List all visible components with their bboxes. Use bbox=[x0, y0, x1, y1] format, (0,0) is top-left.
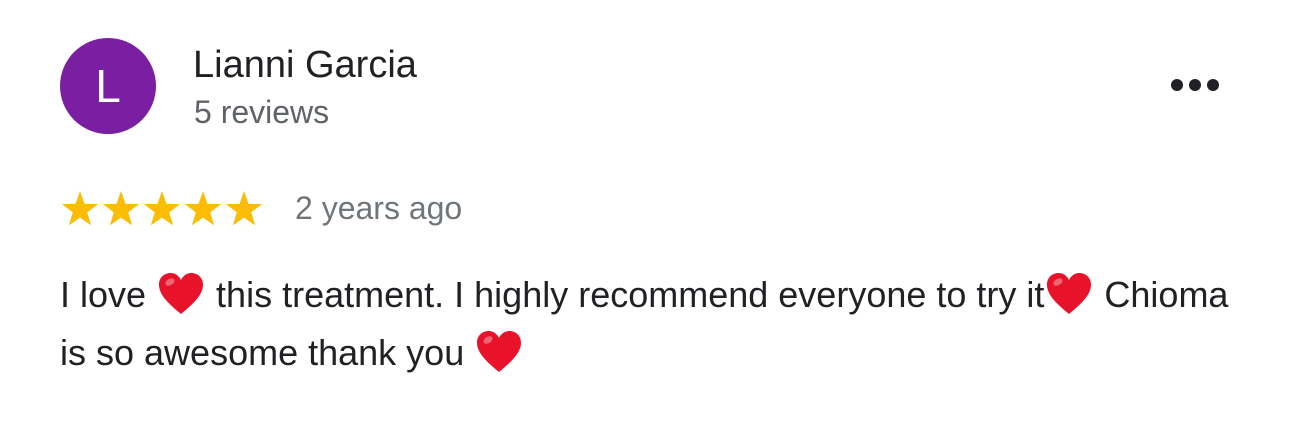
review-text-part: this treatment. I highly recommend every… bbox=[206, 274, 1045, 315]
review-text: I love this treatment. I highly recommen… bbox=[60, 266, 1240, 382]
star-icon bbox=[225, 191, 263, 226]
avatar[interactable]: L bbox=[60, 38, 156, 134]
more-horizontal-icon bbox=[1171, 79, 1219, 91]
red-heart-emoji-icon bbox=[159, 273, 204, 314]
red-heart-emoji-icon bbox=[477, 331, 522, 372]
star-icon bbox=[143, 191, 181, 226]
star-icon bbox=[102, 191, 140, 226]
red-heart-emoji-icon bbox=[1047, 273, 1092, 314]
author-review-count[interactable]: 5 reviews bbox=[194, 92, 329, 132]
review-time: 2 years ago bbox=[295, 190, 463, 226]
star-icon bbox=[61, 191, 99, 226]
review-text-part: I love bbox=[60, 274, 157, 315]
more-options-button[interactable] bbox=[1160, 60, 1230, 110]
author-name[interactable]: Lianni Garcia bbox=[193, 42, 417, 88]
star-rating bbox=[60, 186, 265, 232]
avatar-letter: L bbox=[95, 60, 121, 112]
star-icon bbox=[184, 191, 222, 226]
